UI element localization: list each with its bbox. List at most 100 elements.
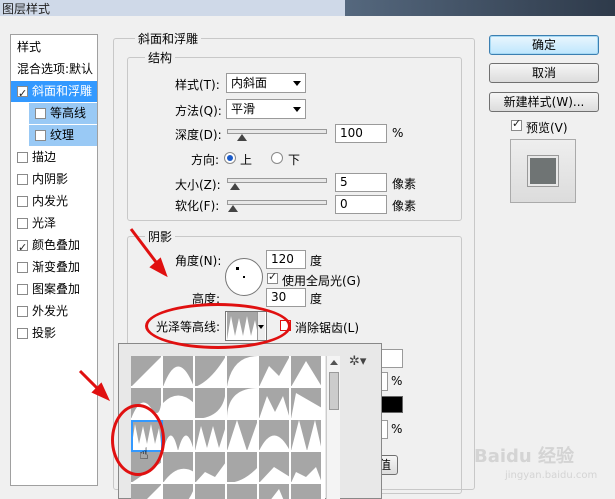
scroll-up-icon[interactable] xyxy=(330,360,338,365)
contour-shape-icon xyxy=(291,467,322,483)
styles-list-item[interactable]: 斜面和浮雕 xyxy=(11,81,97,104)
style-checkbox[interactable] xyxy=(17,328,28,339)
contour-shape-icon xyxy=(163,435,194,451)
style-label: 样式(T): xyxy=(175,78,220,92)
contour-thumbnail[interactable] xyxy=(131,484,162,499)
contour-shape-icon xyxy=(163,468,194,483)
preview-label: 预览(V) xyxy=(526,121,568,135)
style-checkbox[interactable] xyxy=(17,174,28,185)
watermark-url: jingyan.baidu.com xyxy=(505,470,598,481)
styles-list-item-label: 等高线 xyxy=(50,106,87,120)
gear-icon[interactable]: ✲▾ xyxy=(349,354,366,369)
contour-thumbnail[interactable] xyxy=(291,356,322,387)
style-checkbox[interactable] xyxy=(17,83,28,104)
styles-list-item-label: 图案叠加 xyxy=(32,282,81,296)
contour-thumbnail[interactable] xyxy=(163,388,194,419)
styles-list-item[interactable]: 渐变叠加 xyxy=(11,257,97,278)
ok-button[interactable]: 确定 xyxy=(489,35,599,55)
global-light-checkbox[interactable] xyxy=(267,270,278,284)
style-checkbox[interactable] xyxy=(17,196,28,207)
contour-thumbnail[interactable] xyxy=(163,452,194,483)
style-checkbox[interactable] xyxy=(35,130,46,141)
styles-list-item[interactable]: 描边 xyxy=(11,147,97,168)
styles-list-item[interactable]: 外发光 xyxy=(11,301,97,322)
styles-list-item[interactable]: 混合选项:默认 xyxy=(11,59,97,80)
style-checkbox[interactable] xyxy=(17,152,28,163)
contour-thumbnail[interactable] xyxy=(259,388,290,419)
styles-list-item[interactable]: 内发光 xyxy=(11,191,97,212)
cancel-button[interactable]: 取消 xyxy=(489,63,599,83)
contour-thumbnail[interactable] xyxy=(259,420,290,451)
style-checkbox[interactable] xyxy=(17,262,28,273)
styles-list-item-label: 光泽 xyxy=(32,216,57,230)
altitude-unit: 度 xyxy=(310,292,323,306)
styles-list: 样式混合选项:默认斜面和浮雕等高线纹理描边内阴影内发光光泽颜色叠加渐变叠加图案叠… xyxy=(10,34,98,486)
direction-up-radio[interactable] xyxy=(224,152,236,164)
contour-thumbnail[interactable] xyxy=(195,420,226,451)
styles-list-item[interactable]: 颜色叠加 xyxy=(11,235,97,258)
contour-thumbnail[interactable] xyxy=(131,356,162,387)
style-checkbox[interactable] xyxy=(17,218,28,229)
contour-thumbnail[interactable] xyxy=(195,388,226,419)
contour-thumbnail[interactable] xyxy=(291,484,322,499)
contour-shape-icon xyxy=(195,484,226,499)
styles-list-item-label: 渐变叠加 xyxy=(32,260,81,274)
contour-thumbnail[interactable] xyxy=(195,356,226,387)
styles-list-item-label: 投影 xyxy=(32,326,57,340)
altitude-input[interactable]: 30 xyxy=(266,288,306,307)
style-select-value: 内斜面 xyxy=(231,76,268,90)
contour-thumbnail[interactable] xyxy=(227,452,258,483)
size-slider[interactable] xyxy=(227,178,327,190)
styles-list-item[interactable]: 投影 xyxy=(11,323,97,344)
styles-list-item-label: 纹理 xyxy=(50,128,75,142)
contour-thumbnail[interactable] xyxy=(163,356,194,387)
style-checkbox[interactable] xyxy=(17,284,28,295)
styles-list-item[interactable]: 纹理 xyxy=(29,125,97,146)
contour-thumbnail[interactable] xyxy=(227,484,258,499)
contour-thumbnail[interactable] xyxy=(259,452,290,483)
angle-dial[interactable] xyxy=(225,258,263,296)
popup-scrollbar[interactable] xyxy=(326,356,340,499)
soften-slider[interactable] xyxy=(227,200,327,212)
contour-shape-icon xyxy=(227,484,258,499)
styles-list-item[interactable]: 等高线 xyxy=(29,103,97,124)
contour-thumbnail[interactable] xyxy=(291,388,322,419)
styles-list-item-label: 内阴影 xyxy=(32,172,69,186)
style-checkbox[interactable] xyxy=(17,237,28,258)
contour-thumbnail[interactable] xyxy=(259,356,290,387)
contour-thumbnail[interactable] xyxy=(163,484,194,499)
style-select[interactable]: 内斜面 xyxy=(226,73,306,93)
contour-thumbnail[interactable] xyxy=(227,356,258,387)
contour-thumbnail[interactable] xyxy=(227,420,258,451)
contour-thumbnail[interactable] xyxy=(291,452,322,483)
contour-thumbnail[interactable] xyxy=(163,420,194,451)
style-checkbox[interactable] xyxy=(35,108,46,119)
angle-input[interactable]: 120 xyxy=(266,250,306,269)
depth-input[interactable]: 100 xyxy=(335,124,387,143)
contour-shape-icon xyxy=(195,356,226,387)
styles-list-item[interactable]: 内阴影 xyxy=(11,169,97,190)
contour-thumbnail[interactable] xyxy=(195,452,226,483)
contour-thumbnail[interactable] xyxy=(291,420,322,451)
depth-slider[interactable] xyxy=(227,129,327,141)
new-style-button[interactable]: 新建样式(W)... xyxy=(489,92,599,112)
slider-thumb[interactable] xyxy=(237,134,247,143)
technique-select[interactable]: 平滑 xyxy=(226,99,306,119)
contour-thumbnail[interactable] xyxy=(259,484,290,499)
preview-checkbox[interactable] xyxy=(511,117,522,131)
slider-thumb[interactable] xyxy=(229,183,240,192)
slider-thumb[interactable] xyxy=(228,205,238,214)
contour-shape-icon xyxy=(291,484,322,499)
direction-down-radio[interactable] xyxy=(271,152,283,164)
styles-list-item-label: 样式 xyxy=(17,40,42,54)
soften-input[interactable]: 0 xyxy=(335,195,387,214)
contour-shape-icon xyxy=(195,426,226,451)
contour-thumbnail[interactable] xyxy=(227,388,258,419)
size-input[interactable]: 5 xyxy=(335,173,387,192)
contour-thumbnail[interactable] xyxy=(195,484,226,499)
style-checkbox[interactable] xyxy=(17,306,28,317)
scrollbar-thumb[interactable] xyxy=(329,372,339,410)
contour-shape-icon xyxy=(259,467,290,483)
styles-list-item[interactable]: 图案叠加 xyxy=(11,279,97,300)
styles-list-item[interactable]: 光泽 xyxy=(11,213,97,234)
